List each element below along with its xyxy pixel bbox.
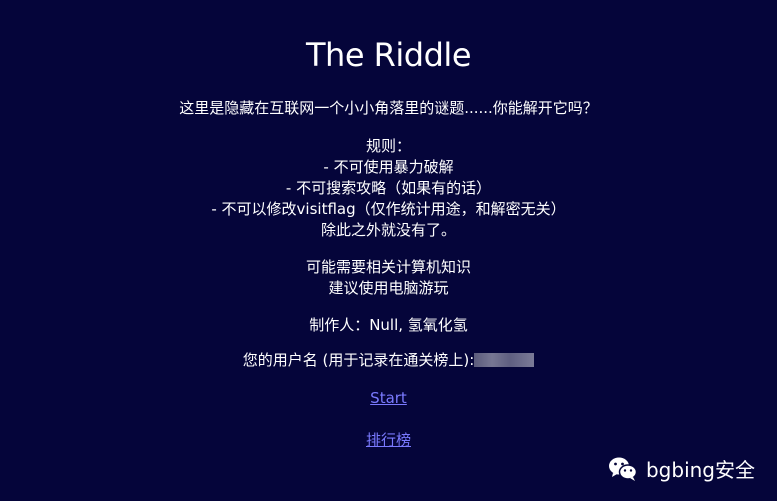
rule-item: - 不可搜索攻略（如果有的话） <box>285 179 492 197</box>
author-credit: 制作人：Null, 氢氧化氢 <box>309 316 468 334</box>
rules-heading: 规则： <box>365 137 411 155</box>
riddle-page: The Riddle 这里是隐藏在互联网一个小小角落里的谜题......你能解开… <box>0 0 777 501</box>
watermark-text: bgbing安全 <box>645 458 755 482</box>
rule-item: - 不可使用暴力破解 <box>323 158 454 176</box>
rules-section: 规则： - 不可使用暴力破解 - 不可搜索攻略（如果有的话） - 不可以修改vi… <box>0 136 777 241</box>
username-value-redacted <box>474 353 535 367</box>
start-link[interactable]: Start <box>370 389 407 407</box>
page-title: The Riddle <box>305 36 472 74</box>
hint-item: 可能需要相关计算机知识 <box>305 258 471 276</box>
ranking-link[interactable]: 排行榜 <box>366 431 411 449</box>
rules-footer: 除此之外就没有了。 <box>320 221 456 239</box>
hints-section: 可能需要相关计算机知识 建议使用电脑游玩 <box>0 257 777 299</box>
intro-text: 这里是隐藏在互联网一个小小角落里的谜题......你能解开它吗？ <box>179 99 598 117</box>
username-row: 您的用户名 (用于记录在通关榜上): <box>0 350 777 371</box>
watermark: bgbing安全 <box>608 454 755 483</box>
rule-item: - 不可以修改visitflag（仅作统计用途，和解密无关） <box>211 200 566 218</box>
ranking-link-row: 排行榜 <box>0 430 777 451</box>
hint-item: 建议使用电脑游玩 <box>328 279 449 297</box>
start-link-row: Start <box>0 388 777 409</box>
username-label: 您的用户名 (用于记录在通关榜上): <box>242 351 475 369</box>
wechat-icon <box>608 456 638 482</box>
